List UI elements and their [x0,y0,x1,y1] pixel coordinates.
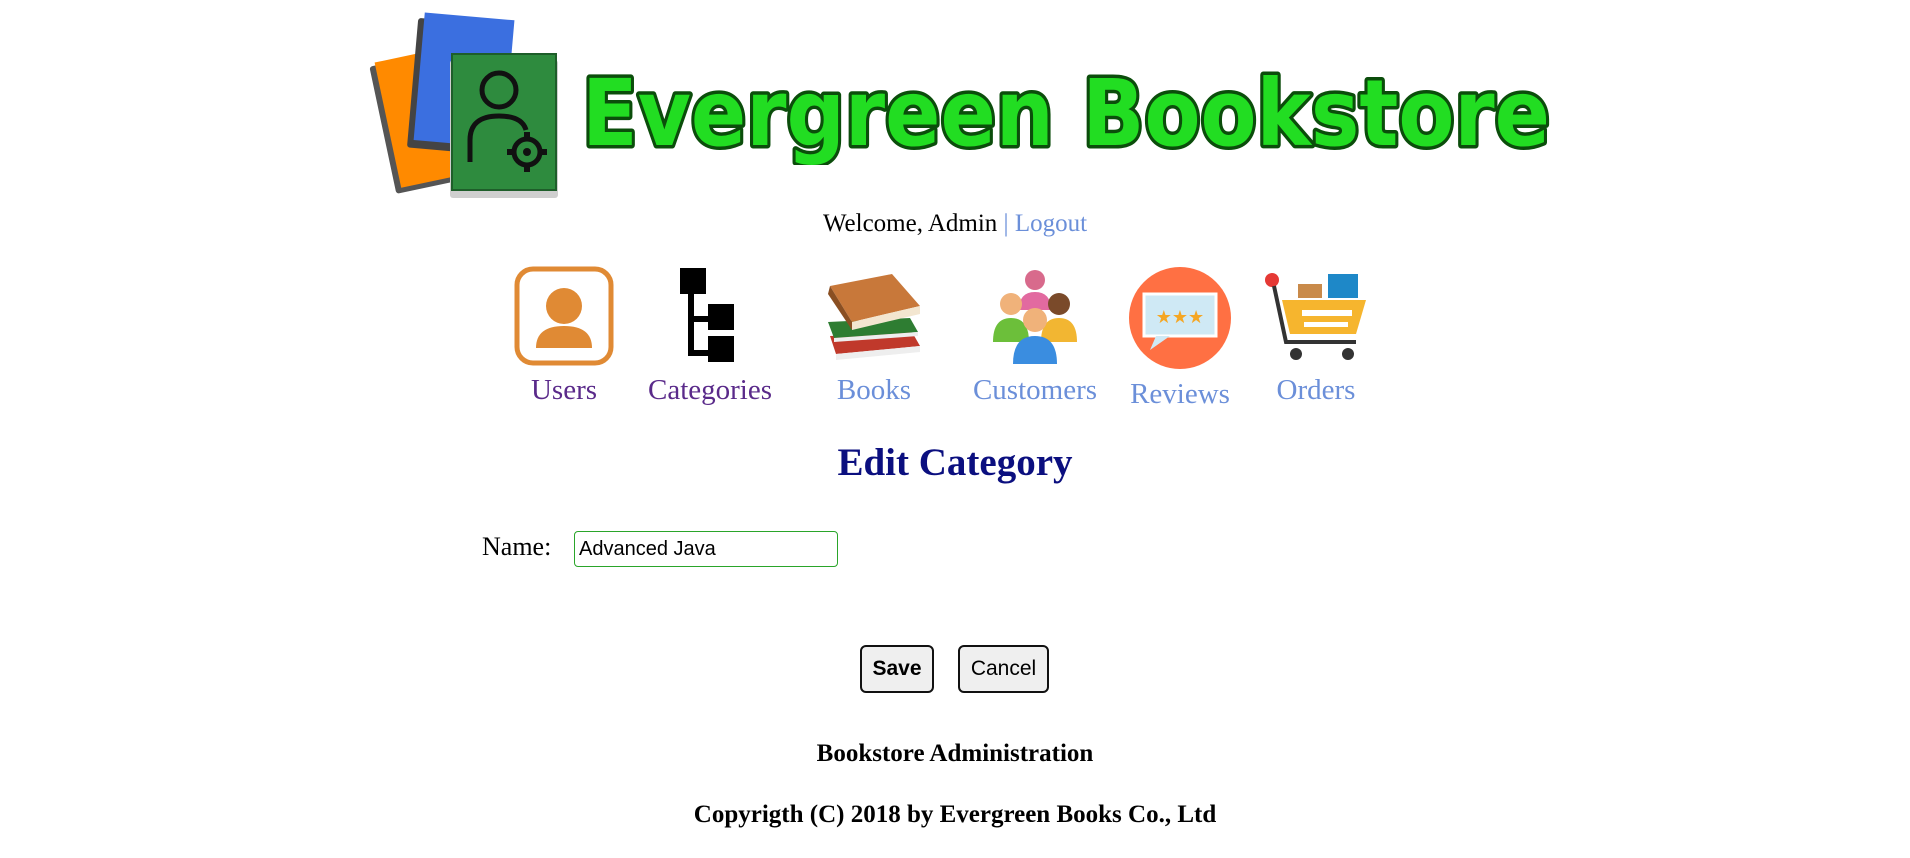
nav-label-categories: Categories [647,374,772,406]
cancel-button[interactable]: Cancel [958,645,1049,693]
page-title: Edit Category [837,441,1073,484]
svg-text:Evergreen Bookstore: Evergreen Bookstore [582,60,1550,165]
footer-copyright: Copyrigth (C) 2018 by Evergreen Books Co… [693,801,1217,828]
name-label: Name: [482,532,552,561]
nav-item-orders[interactable]: Orders [1264,266,1368,407]
admin-books-logo-icon [369,12,558,198]
nav-item-customers[interactable]: Customers [965,266,1105,407]
logout-link[interactable]: Logout [1015,210,1087,237]
separator: | [1003,210,1009,237]
welcome-text: Welcome, Admin [822,210,998,237]
footer-title: Bookstore Administration [816,740,1094,767]
nav-item-reviews[interactable]: ★★★ Reviews [1125,266,1235,411]
nav-item-categories[interactable]: Categories [645,266,775,407]
category-name-input[interactable] [574,531,838,567]
nav-label-orders: Orders [1276,374,1356,406]
category-tree-icon [680,268,734,362]
nav-label-users: Users [530,374,598,406]
svg-text:★★★: ★★★ [1156,307,1204,328]
user-icon [514,266,614,366]
brand-title: Evergreen Bookstore [579,57,1554,166]
books-icon [828,274,920,360]
welcome-bar: Welcome, Admin | Logout [0,210,1910,238]
save-button[interactable]: Save [860,645,934,693]
nav-label-reviews: Reviews [1130,378,1230,410]
customers-icon [993,270,1077,364]
nav-label-customers: Customers [972,374,1098,406]
nav-item-users[interactable]: Users [514,266,614,407]
shopping-cart-icon [1265,273,1366,360]
nav-item-books[interactable]: Books [822,266,926,407]
reviews-icon: ★★★ [1129,267,1231,369]
nav-label-books: Books [836,374,912,406]
